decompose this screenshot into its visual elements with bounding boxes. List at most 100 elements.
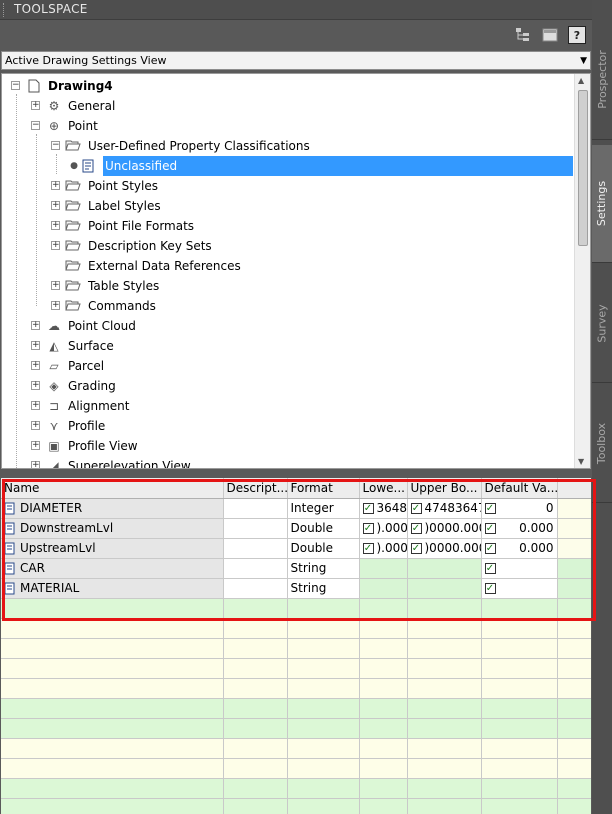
- view-selector-dropdown[interactable]: Active Drawing Settings View ▼: [1, 51, 591, 70]
- point-cloud-icon: ☁: [48, 319, 60, 333]
- checkbox-checked[interactable]: ✓: [410, 523, 422, 534]
- cell-format[interactable]: Integer: [287, 498, 360, 519]
- collapse-icon[interactable]: −: [11, 81, 20, 90]
- tab-survey[interactable]: Survey: [592, 265, 612, 383]
- item-view-icon[interactable]: [541, 26, 559, 44]
- empty-cell: [557, 658, 591, 679]
- cell-lower-bound[interactable]: [359, 558, 408, 579]
- tab-toolbox[interactable]: Toolbox: [592, 385, 612, 503]
- checkbox-checked[interactable]: ✓: [362, 523, 374, 534]
- cell-lower-bound[interactable]: [359, 578, 408, 599]
- column-header-default-value[interactable]: Default Va...: [481, 478, 558, 499]
- cell-format[interactable]: String: [287, 558, 360, 579]
- collapse-icon[interactable]: −: [31, 121, 40, 130]
- expand-icon[interactable]: +: [31, 401, 40, 410]
- table-row[interactable]: UpstreamLvl Double ✓).000 ✓)0000.000 ✓ 0.…: [1, 538, 591, 559]
- tree-item-label: Alignment: [68, 399, 130, 413]
- expand-icon[interactable]: +: [51, 221, 60, 230]
- cell-upper-bound[interactable]: [407, 578, 482, 599]
- empty-cell: [557, 798, 591, 814]
- cell-description[interactable]: [223, 518, 288, 539]
- panel-splitter[interactable]: [0, 470, 592, 478]
- checkbox-checked[interactable]: ✓: [484, 503, 496, 514]
- cell-default-value[interactable]: ✓: [481, 578, 558, 599]
- checkbox-checked[interactable]: ✓: [362, 503, 374, 514]
- drag-grip-icon[interactable]: [3, 3, 7, 17]
- cell-description[interactable]: [223, 538, 288, 559]
- empty-cell: [223, 658, 288, 679]
- cell-name[interactable]: DIAMETER: [1, 498, 224, 519]
- empty-cell: [359, 758, 408, 779]
- collapse-icon[interactable]: −: [51, 141, 60, 150]
- empty-cell: [359, 778, 408, 799]
- checkbox-checked[interactable]: ✓: [484, 583, 496, 594]
- column-header-name[interactable]: Name: [1, 478, 224, 499]
- view-selector-value: Active Drawing Settings View: [5, 54, 167, 67]
- expand-icon[interactable]: +: [31, 361, 40, 370]
- cell-name[interactable]: DownstreamLvl: [1, 518, 224, 539]
- cell-upper-bound[interactable]: ✓ 47483647: [407, 498, 482, 519]
- expand-icon[interactable]: +: [51, 241, 60, 250]
- cell-description[interactable]: [223, 578, 288, 599]
- cell-lower-bound[interactable]: ✓ 3648: [359, 498, 408, 519]
- empty-cell: [287, 618, 360, 639]
- expand-icon[interactable]: +: [51, 281, 60, 290]
- tree-scrollbar[interactable]: ▲ ▼: [574, 74, 590, 468]
- checkbox-checked[interactable]: ✓: [362, 543, 374, 554]
- table-row[interactable]: DIAMETER Integer ✓ 3648 ✓ 47483647 ✓ 0: [1, 498, 591, 519]
- empty-cell: [407, 778, 482, 799]
- scroll-up-icon[interactable]: ▲: [578, 76, 584, 85]
- checkbox-checked[interactable]: ✓: [484, 563, 496, 574]
- checkbox-checked[interactable]: ✓: [410, 543, 422, 554]
- scroll-down-icon[interactable]: ▼: [578, 457, 584, 466]
- expand-icon[interactable]: +: [31, 441, 40, 450]
- cell-lower-bound[interactable]: ✓).000: [359, 538, 408, 559]
- column-header-upper-bound[interactable]: Upper Bo...: [407, 478, 482, 499]
- table-row[interactable]: CAR String ✓: [1, 558, 591, 579]
- expand-icon[interactable]: +: [31, 341, 40, 350]
- column-header-lower-bound[interactable]: Lowe...: [359, 478, 408, 499]
- cell-default-value[interactable]: ✓ 0.000: [481, 518, 558, 539]
- cell-description[interactable]: [223, 558, 288, 579]
- cell-lower-bound[interactable]: ✓).000: [359, 518, 408, 539]
- cell-default-value[interactable]: ✓ 0.000: [481, 538, 558, 559]
- cell-upper-bound[interactable]: [407, 558, 482, 579]
- cell-name[interactable]: MATERIAL: [1, 578, 224, 599]
- column-header-format[interactable]: Format: [287, 478, 360, 499]
- chevron-down-icon[interactable]: ▼: [580, 53, 587, 70]
- cell-text: 0.000: [519, 541, 554, 555]
- cell-name[interactable]: UpstreamLvl: [1, 538, 224, 559]
- scroll-thumb[interactable]: [578, 90, 588, 246]
- folder-icon: [65, 299, 81, 313]
- cell-default-value[interactable]: ✓: [481, 558, 558, 579]
- expand-icon[interactable]: +: [31, 421, 40, 430]
- cell-format[interactable]: Double: [287, 518, 360, 539]
- cell-description[interactable]: [223, 498, 288, 519]
- toolspace-title-bar[interactable]: TOOLSPACE: [0, 0, 592, 20]
- profile-icon: ⋎: [49, 419, 59, 433]
- checkbox-checked[interactable]: ✓: [484, 543, 496, 554]
- table-row[interactable]: MATERIAL String ✓: [1, 578, 591, 599]
- empty-cell: [1, 778, 224, 799]
- cell-format[interactable]: String: [287, 578, 360, 599]
- expand-icon[interactable]: +: [31, 101, 40, 110]
- expand-icon[interactable]: +: [51, 301, 60, 310]
- cell-name[interactable]: CAR: [1, 558, 224, 579]
- expand-icon[interactable]: +: [51, 181, 60, 190]
- tab-settings[interactable]: Settings: [592, 145, 612, 263]
- checkbox-checked[interactable]: ✓: [410, 503, 422, 514]
- cell-default-value[interactable]: ✓ 0: [481, 498, 558, 519]
- cell-format[interactable]: Double: [287, 538, 360, 559]
- expand-icon[interactable]: +: [31, 321, 40, 330]
- help-icon[interactable]: ?: [568, 26, 586, 44]
- cell-upper-bound[interactable]: ✓)0000.000: [407, 518, 482, 539]
- cell-upper-bound[interactable]: ✓)0000.000: [407, 538, 482, 559]
- tab-prospector[interactable]: Prospector: [592, 20, 612, 140]
- expand-icon[interactable]: +: [31, 381, 40, 390]
- expand-icon[interactable]: +: [31, 461, 40, 468]
- checkbox-checked[interactable]: ✓: [484, 523, 496, 534]
- expand-icon[interactable]: +: [51, 201, 60, 210]
- column-header-description[interactable]: Descript...: [223, 478, 288, 499]
- hierarchy-icon[interactable]: [514, 26, 532, 44]
- table-row[interactable]: DownstreamLvl Double ✓).000 ✓)0000.000 ✓…: [1, 518, 591, 539]
